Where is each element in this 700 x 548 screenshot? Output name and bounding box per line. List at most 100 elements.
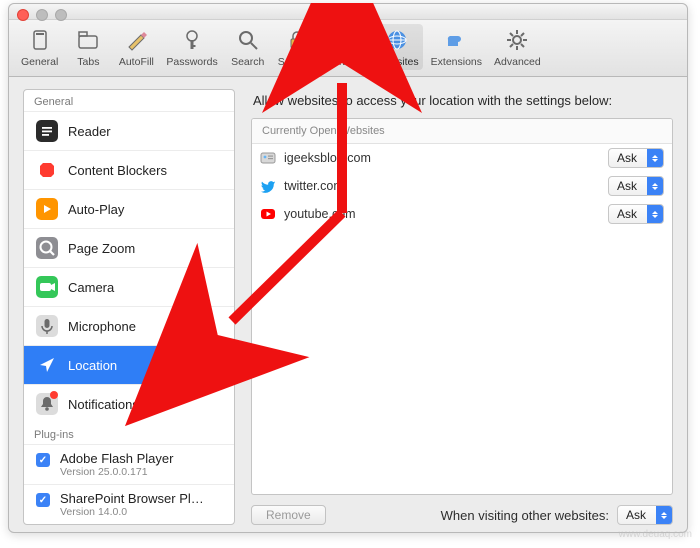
plugin-item[interactable]: Adobe Flash PlayerVersion 25.0.0.171 bbox=[24, 445, 234, 485]
passwords-icon bbox=[178, 26, 206, 54]
site-name: youtube.com bbox=[284, 207, 600, 221]
chevron-updown-icon bbox=[647, 177, 663, 195]
reader-icon bbox=[36, 120, 58, 142]
footer-label: When visiting other websites: bbox=[441, 508, 609, 523]
minimize-button[interactable] bbox=[36, 9, 48, 21]
list-header: Currently Open Websites bbox=[252, 119, 672, 144]
sidebar-item-blocker[interactable]: Content Blockers bbox=[24, 151, 234, 190]
toolbar-label: Tabs bbox=[77, 56, 99, 68]
site-favicon-icon bbox=[260, 206, 276, 222]
toolbar-label: Security bbox=[278, 56, 316, 68]
dropdown-label: Ask bbox=[609, 207, 647, 221]
toolbar-search[interactable]: Search bbox=[226, 24, 270, 70]
sidebar-item-location[interactable]: Location bbox=[24, 346, 234, 385]
toolbar-label: Passwords bbox=[166, 56, 217, 68]
site-permission-dropdown[interactable]: Ask bbox=[608, 204, 664, 224]
blocker-icon bbox=[36, 159, 58, 181]
camera-icon bbox=[36, 276, 58, 298]
site-favicon-icon bbox=[260, 178, 276, 194]
toolbar-label: Extensions bbox=[431, 56, 482, 68]
extensions-icon bbox=[442, 26, 470, 54]
sidebar-item-label: Reader bbox=[68, 124, 111, 139]
toolbar-extensions[interactable]: Extensions bbox=[427, 24, 486, 70]
plugin-item[interactable]: SharePoint Browser Pl…Version 14.0.0 bbox=[24, 485, 234, 524]
sidebar-item-label: Notifications bbox=[68, 397, 139, 412]
plugin-checkbox[interactable] bbox=[36, 493, 50, 507]
sidebar-item-bell[interactable]: Notifications bbox=[24, 385, 234, 423]
dropdown-label: Ask bbox=[609, 151, 647, 165]
toolbar-autofill[interactable]: AutoFill bbox=[114, 24, 158, 70]
close-button[interactable] bbox=[17, 9, 29, 21]
site-name: igeeksblog.com bbox=[284, 151, 600, 165]
toolbar-label: AutoFill bbox=[119, 56, 154, 68]
toolbar-general[interactable]: General bbox=[17, 24, 62, 70]
toolbar-advanced[interactable]: Advanced bbox=[490, 24, 545, 70]
sidebar-item-label: Auto-Play bbox=[68, 202, 124, 217]
toolbar-label: Advanced bbox=[494, 56, 541, 68]
sidebar-item-reader[interactable]: Reader bbox=[24, 112, 234, 151]
website-row[interactable]: youtube.com Ask bbox=[252, 200, 672, 228]
toolbar-websites[interactable]: Websites bbox=[372, 24, 423, 70]
website-row[interactable]: twitter.com Ask bbox=[252, 172, 672, 200]
sidebar-item-label: Content Blockers bbox=[68, 163, 167, 178]
default-permission-dropdown[interactable]: Ask bbox=[617, 505, 673, 525]
dropdown-label: Ask bbox=[618, 508, 656, 522]
chevron-updown-icon bbox=[656, 506, 672, 524]
titlebar: Websites bbox=[9, 4, 687, 20]
privacy-icon bbox=[332, 26, 360, 54]
autoplay-icon bbox=[36, 198, 58, 220]
websites-list: Currently Open Websites igeeksblog.com As… bbox=[251, 118, 673, 495]
main-description: Allow websites to access your location w… bbox=[251, 89, 673, 118]
main-panel: Allow websites to access your location w… bbox=[251, 89, 673, 525]
remove-button[interactable]: Remove bbox=[251, 505, 326, 525]
plugin-label: Adobe Flash Player bbox=[60, 451, 173, 466]
traffic-lights bbox=[17, 9, 67, 21]
sidebar-item-label: Location bbox=[68, 358, 117, 373]
sidebar-item-mic[interactable]: Microphone bbox=[24, 307, 234, 346]
sidebar-item-autoplay[interactable]: Auto-Play bbox=[24, 190, 234, 229]
footer-row: Remove When visiting other websites: Ask bbox=[251, 495, 673, 525]
chevron-updown-icon bbox=[647, 149, 663, 167]
dropdown-label: Ask bbox=[609, 179, 647, 193]
autofill-icon bbox=[122, 26, 150, 54]
tabs-icon bbox=[74, 26, 102, 54]
toolbar-label: Search bbox=[231, 56, 264, 68]
content-body: General Reader Content Blockers Auto-Play P… bbox=[9, 77, 687, 537]
chevron-updown-icon bbox=[647, 205, 663, 223]
security-icon bbox=[283, 26, 311, 54]
watermark: www.deuaq.com bbox=[619, 529, 692, 540]
toolbar-label: Websites bbox=[376, 56, 419, 68]
toolbar-tabs[interactable]: Tabs bbox=[66, 24, 110, 70]
sidebar-item-label: Camera bbox=[68, 280, 114, 295]
websites-icon bbox=[383, 26, 411, 54]
toolbar-label: Privacy bbox=[328, 56, 362, 68]
site-permission-dropdown[interactable]: Ask bbox=[608, 148, 664, 168]
site-permission-dropdown[interactable]: Ask bbox=[608, 176, 664, 196]
sidebar-item-label: Microphone bbox=[68, 319, 136, 334]
sidebar-item-camera[interactable]: Camera bbox=[24, 268, 234, 307]
sidebar-item-zoom[interactable]: Page Zoom bbox=[24, 229, 234, 268]
notification-dot bbox=[50, 391, 58, 399]
site-name: twitter.com bbox=[284, 179, 600, 193]
plugin-checkbox[interactable] bbox=[36, 453, 50, 467]
website-row[interactable]: igeeksblog.com Ask bbox=[252, 144, 672, 172]
sidebar-item-label: Page Zoom bbox=[68, 241, 135, 256]
maximize-button[interactable] bbox=[55, 9, 67, 21]
site-favicon-icon bbox=[260, 150, 276, 166]
advanced-icon bbox=[503, 26, 531, 54]
toolbar-security[interactable]: Security bbox=[274, 24, 320, 70]
search-icon bbox=[234, 26, 262, 54]
sidebar-header-general: General bbox=[24, 90, 234, 112]
general-icon bbox=[26, 26, 54, 54]
plugin-version: Version 14.0.0 bbox=[60, 506, 204, 518]
toolbar-privacy[interactable]: Privacy bbox=[324, 24, 368, 70]
toolbar-passwords[interactable]: Passwords bbox=[162, 24, 221, 70]
plugin-label: SharePoint Browser Pl… bbox=[60, 491, 204, 506]
sidebar: General Reader Content Blockers Auto-Play P… bbox=[23, 89, 235, 525]
zoom-icon bbox=[36, 237, 58, 259]
sidebar-header-plugins: Plug-ins bbox=[24, 423, 234, 445]
toolbar-label: General bbox=[21, 56, 58, 68]
plugin-version: Version 25.0.0.171 bbox=[60, 466, 173, 478]
location-icon bbox=[36, 354, 58, 376]
toolbar: General Tabs AutoFill Passwords Search Securi… bbox=[9, 20, 687, 77]
